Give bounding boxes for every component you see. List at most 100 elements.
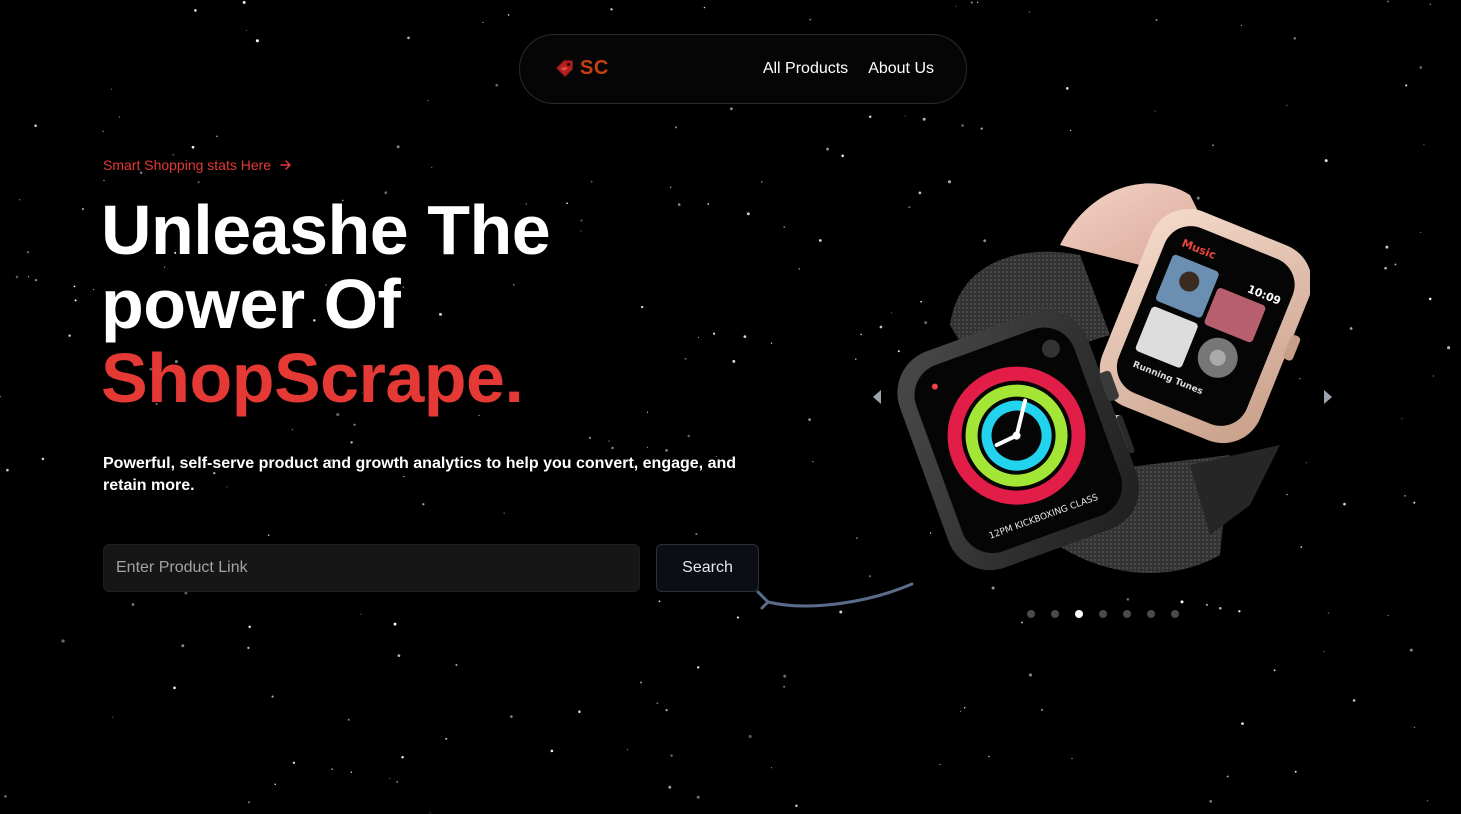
star xyxy=(271,695,274,698)
carousel-dot[interactable] xyxy=(1099,610,1107,618)
star xyxy=(1426,799,1429,802)
star xyxy=(703,6,706,9)
star xyxy=(41,457,45,461)
star xyxy=(980,127,983,130)
star xyxy=(18,199,21,201)
product-link-input[interactable] xyxy=(103,544,640,592)
star xyxy=(34,278,38,282)
carousel-dot[interactable] xyxy=(1027,610,1035,618)
eyebrow-text: Smart Shopping stats Here xyxy=(103,157,272,173)
carousel-dot[interactable] xyxy=(1051,610,1059,618)
star xyxy=(1432,375,1434,377)
nav-link-all-products[interactable]: All Products xyxy=(763,60,848,78)
star xyxy=(197,181,200,184)
star xyxy=(360,613,362,615)
star xyxy=(15,275,19,279)
star xyxy=(1419,66,1423,69)
star xyxy=(677,203,681,206)
star xyxy=(1404,495,1406,497)
star xyxy=(26,251,30,254)
star xyxy=(1286,104,1288,106)
star xyxy=(112,716,114,718)
star xyxy=(1323,651,1325,653)
search-button[interactable]: Search xyxy=(656,544,759,592)
headline-line-1: Unleashe The xyxy=(101,191,551,269)
star xyxy=(1352,699,1356,702)
star xyxy=(550,749,554,753)
carousel-dot[interactable] xyxy=(1147,610,1155,618)
star xyxy=(970,1,973,4)
star xyxy=(173,686,176,690)
brand-logo[interactable]: % SC xyxy=(554,57,609,80)
carousel-next-button[interactable] xyxy=(1321,387,1335,407)
star xyxy=(1071,757,1073,759)
star xyxy=(959,710,962,713)
star xyxy=(578,710,581,713)
headline-brand: ShopScrape. xyxy=(101,339,524,417)
star xyxy=(507,14,510,16)
carousel-indicators xyxy=(1027,610,1179,618)
star xyxy=(350,771,353,774)
star xyxy=(1405,84,1408,87)
nav-link-about-us[interactable]: About Us xyxy=(868,60,934,78)
carousel-dot[interactable] xyxy=(1123,610,1131,618)
chevron-right-icon xyxy=(1324,390,1332,404)
star xyxy=(455,663,458,667)
star xyxy=(353,423,356,426)
star xyxy=(626,748,629,751)
star xyxy=(939,763,941,766)
star xyxy=(396,145,400,149)
star xyxy=(1387,614,1389,617)
star xyxy=(713,332,716,335)
star xyxy=(841,154,844,158)
star xyxy=(1409,648,1413,652)
star xyxy=(102,130,104,132)
star xyxy=(34,124,37,127)
star xyxy=(1041,709,1043,711)
carousel-dot[interactable] xyxy=(1075,610,1083,618)
star xyxy=(590,180,593,183)
star xyxy=(427,99,429,102)
smartwatch-product-image: Music 10:09 Running Tunes 12PM KICKBOXIN… xyxy=(897,183,1310,573)
carousel-prev-button[interactable] xyxy=(870,387,884,407)
star xyxy=(247,801,250,804)
star xyxy=(707,203,710,205)
star xyxy=(818,239,822,242)
star xyxy=(1447,346,1451,350)
star xyxy=(1209,800,1213,803)
star xyxy=(291,428,294,431)
star xyxy=(1394,263,1397,266)
star xyxy=(988,755,990,758)
star xyxy=(1154,110,1156,112)
arrow-right-icon xyxy=(280,160,291,170)
star xyxy=(669,186,672,188)
star xyxy=(0,395,2,398)
star xyxy=(808,418,811,421)
star xyxy=(611,446,614,450)
carousel-dot[interactable] xyxy=(1171,610,1179,618)
star xyxy=(255,39,259,43)
star xyxy=(27,276,30,278)
star xyxy=(641,305,644,309)
hero-subtext: Powerful, self-serve product and growth … xyxy=(103,455,737,494)
star xyxy=(826,147,830,151)
headline-line-2: power Of xyxy=(101,265,401,343)
star xyxy=(695,533,698,536)
star xyxy=(795,804,798,807)
star xyxy=(74,299,77,302)
star xyxy=(696,795,700,799)
star xyxy=(904,115,906,117)
star xyxy=(503,512,505,514)
star xyxy=(736,616,740,619)
star xyxy=(580,219,583,222)
star xyxy=(697,336,699,339)
star xyxy=(812,460,814,463)
star xyxy=(646,446,648,448)
star xyxy=(684,357,687,360)
star xyxy=(397,654,401,657)
star xyxy=(656,702,659,705)
star xyxy=(245,29,247,31)
star xyxy=(247,646,250,650)
star xyxy=(1324,159,1328,163)
eyebrow-link[interactable]: Smart Shopping stats Here xyxy=(103,157,293,173)
